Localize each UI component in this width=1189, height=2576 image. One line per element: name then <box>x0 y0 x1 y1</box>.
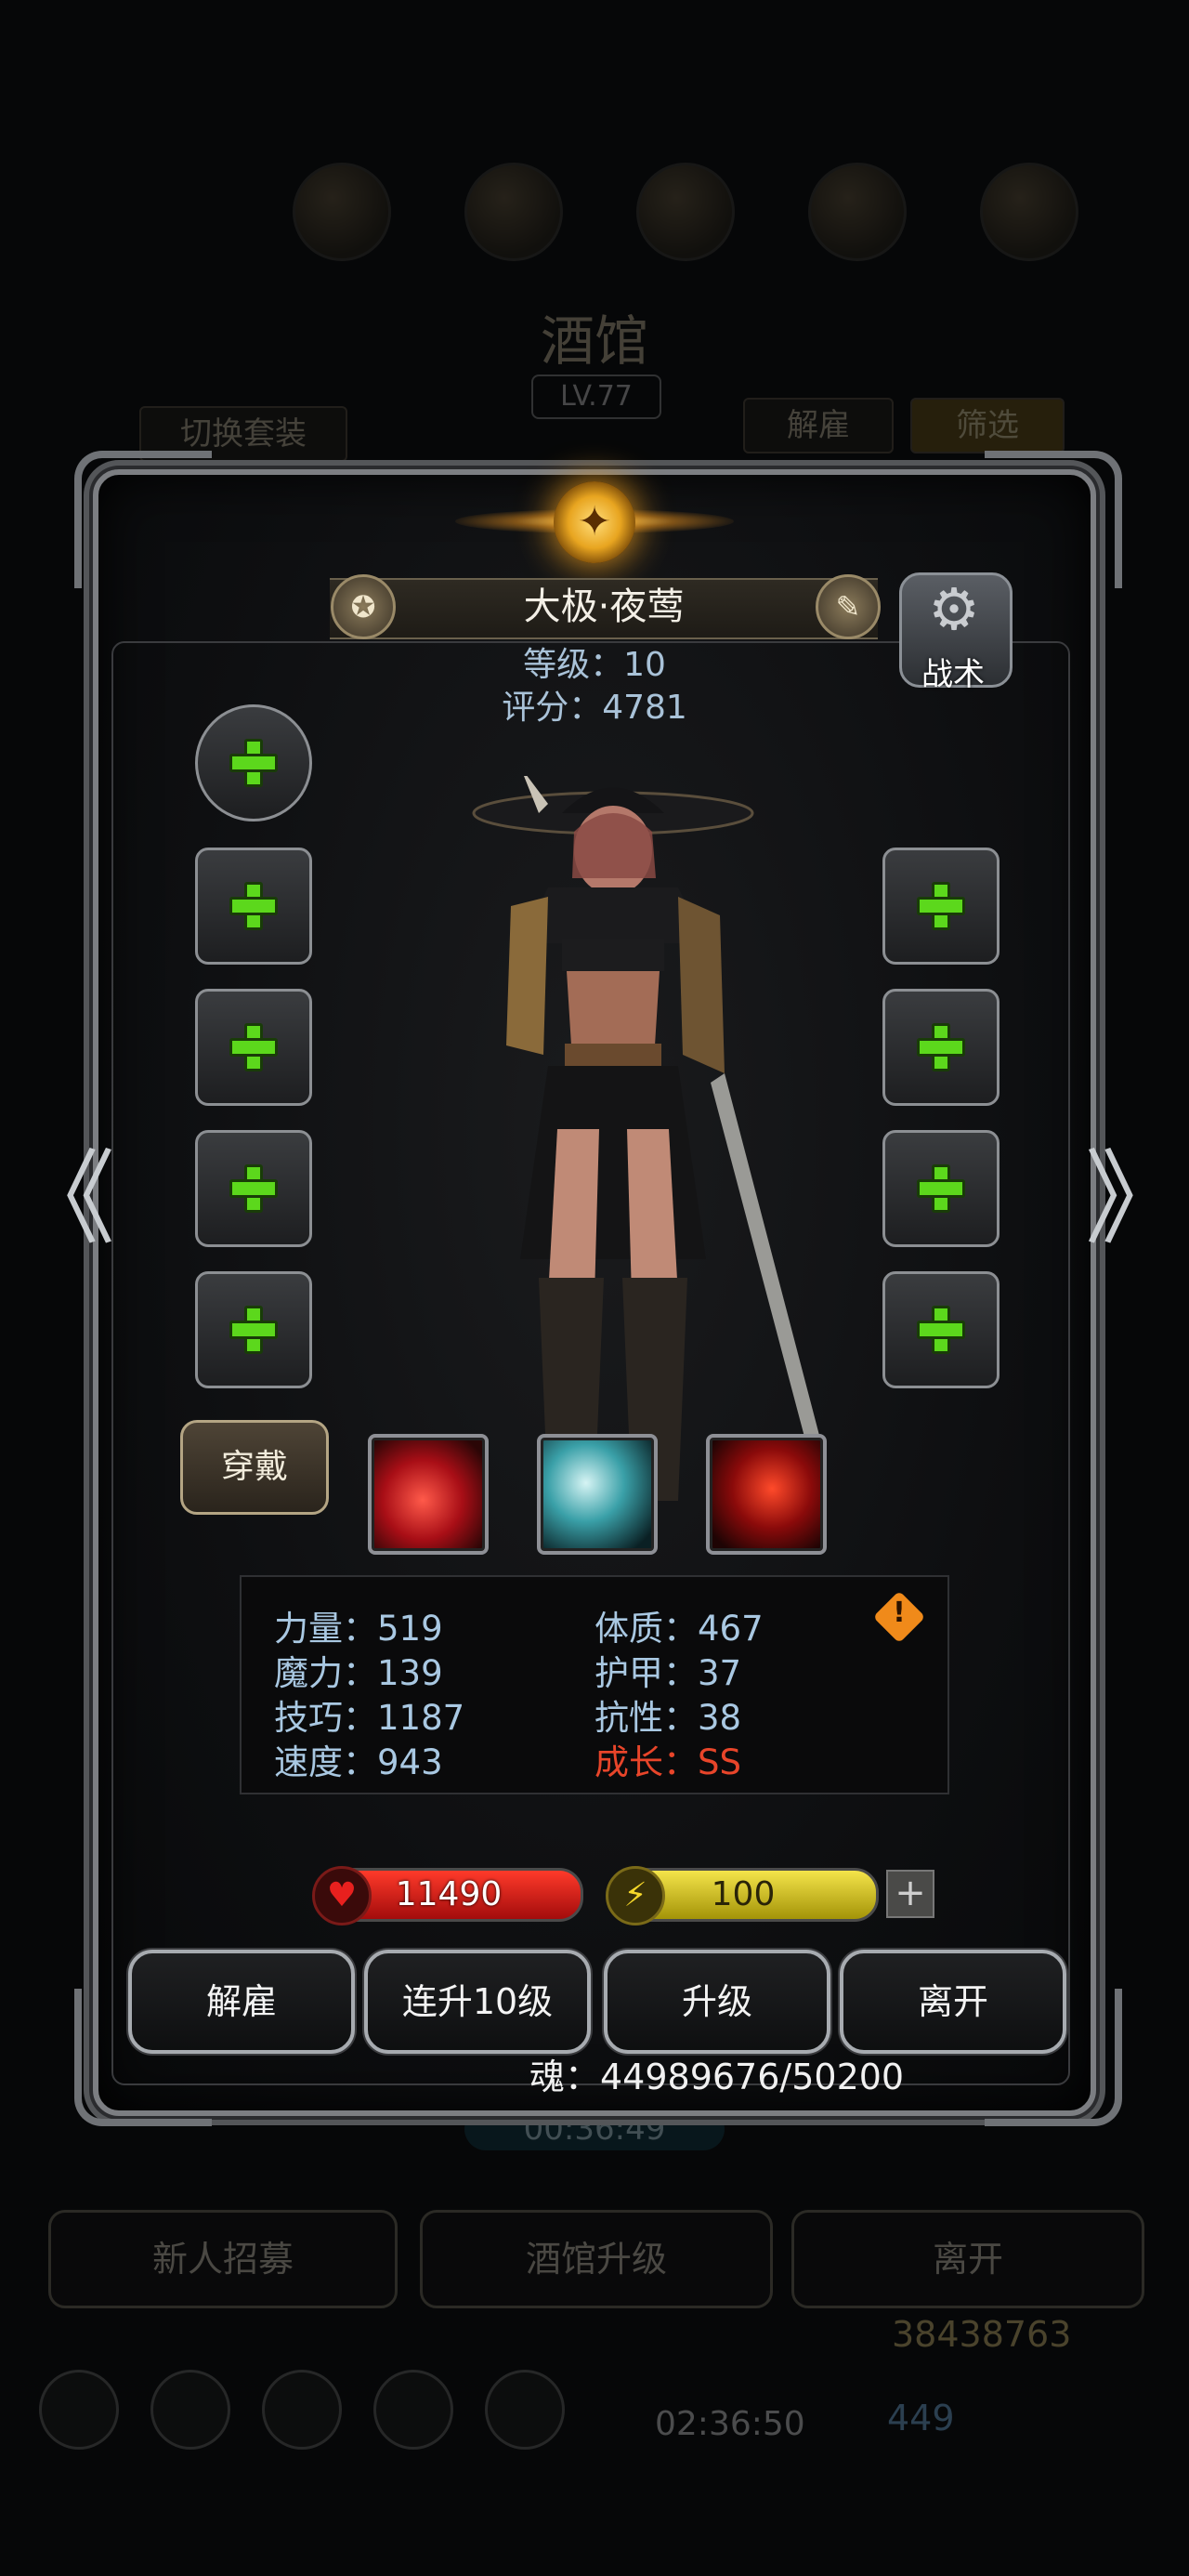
plus-icon <box>917 1306 965 1354</box>
bottom-nav-icon[interactable] <box>150 2370 230 2450</box>
plus-icon <box>917 1023 965 1071</box>
equip-slot-helmet[interactable] <box>882 989 1000 1106</box>
heart-icon: ♥ <box>312 1866 372 1925</box>
plus-icon <box>229 739 278 787</box>
plus-icon <box>229 882 278 930</box>
gold-amount: 38438763 <box>892 2314 1072 2355</box>
plus-icon <box>229 1306 278 1354</box>
wear-button[interactable]: 穿戴 <box>180 1420 329 1515</box>
stat-growth: 成长：SS <box>594 1742 741 1782</box>
recruit-button[interactable]: 新人招募 <box>48 2210 398 2308</box>
equip-slot-weapon[interactable] <box>195 848 312 965</box>
plus-icon <box>917 882 965 930</box>
dismiss-button[interactable]: 解雇 <box>128 1950 355 2054</box>
equip-slot-accessory[interactable] <box>195 704 312 821</box>
warning-mark: ! <box>893 1597 906 1629</box>
stat-magic: 魔力：139 <box>274 1653 443 1693</box>
frame-ornament <box>74 451 212 588</box>
tavern-top-icon <box>464 163 563 261</box>
equip-slot-right-3[interactable] <box>882 1130 1000 1247</box>
bg-dismiss-button[interactable]: 解雇 <box>743 398 894 453</box>
tavern-top-icon <box>808 163 907 261</box>
tavern-top-icon <box>636 163 735 261</box>
gear-icon: ⚙ <box>928 575 980 643</box>
tactic-label: 战术 <box>921 656 985 693</box>
stat-resistance: 抗性：38 <box>594 1698 742 1738</box>
equip-slot-left-4[interactable] <box>195 1271 312 1388</box>
level-up-button[interactable]: 升级 <box>604 1950 830 2054</box>
edit-name-icon[interactable]: ✎ <box>816 574 881 639</box>
hero-level: 等级：10 <box>523 646 666 684</box>
sun-emblem-icon: ✦ <box>554 481 635 563</box>
hero-portrait <box>472 776 827 1501</box>
hero-name: 大极·夜莺 <box>523 585 685 628</box>
equip-slot-ring[interactable] <box>882 848 1000 965</box>
next-hero-arrow[interactable]: 》 <box>1085 1115 1187 1264</box>
tavern-title: 酒馆 <box>540 309 648 373</box>
soul-counter: 魂：44989676/50200 <box>529 2057 905 2097</box>
chest-timer: 02:36:50 <box>655 2405 805 2443</box>
stat-skill: 技巧：1187 <box>274 1698 465 1738</box>
tavern-level: LV.77 <box>531 375 661 419</box>
tavern-top-icon <box>293 163 391 261</box>
gem-amount: 449 <box>887 2398 955 2438</box>
stat-strength: 力量：519 <box>274 1609 443 1649</box>
bottom-nav-icon[interactable] <box>485 2370 565 2450</box>
frame-ornament <box>985 451 1122 588</box>
plus-icon <box>229 1023 278 1071</box>
tavern-leave-button[interactable]: 离开 <box>791 2210 1144 2308</box>
prev-hero-arrow[interactable]: 《 <box>13 1115 115 1264</box>
bottom-nav-icon[interactable] <box>262 2370 342 2450</box>
equip-slot-right-4[interactable] <box>882 1271 1000 1388</box>
filter-button[interactable]: 筛选 <box>910 398 1065 453</box>
leave-button[interactable]: 离开 <box>840 1950 1066 2054</box>
stat-speed: 速度：943 <box>274 1742 443 1782</box>
add-energy-button[interactable]: + <box>886 1870 934 1918</box>
plus-icon <box>229 1164 278 1213</box>
plus-icon <box>917 1164 965 1213</box>
stat-constitution: 体质：467 <box>594 1609 764 1649</box>
skill-wind-icon[interactable] <box>537 1434 658 1555</box>
equip-slot-left-3[interactable] <box>195 1130 312 1247</box>
skill-blade-icon[interactable] <box>706 1434 827 1555</box>
upgrade-tavern-button[interactable]: 酒馆升级 <box>420 2210 773 2308</box>
bottom-nav-icon[interactable] <box>39 2370 119 2450</box>
level-up-10-button[interactable]: 连升10级 <box>364 1950 591 2054</box>
tavern-top-icon <box>980 163 1078 261</box>
hero-score: 评分：4781 <box>502 689 687 727</box>
equip-slot-armor[interactable] <box>195 989 312 1106</box>
medal-icon[interactable]: ✪ <box>331 574 396 639</box>
bottom-nav-icon[interactable] <box>373 2370 453 2450</box>
lightning-icon: ⚡ <box>606 1866 665 1925</box>
stat-armor: 护甲：37 <box>594 1653 742 1693</box>
skill-slash-icon[interactable] <box>368 1434 489 1555</box>
